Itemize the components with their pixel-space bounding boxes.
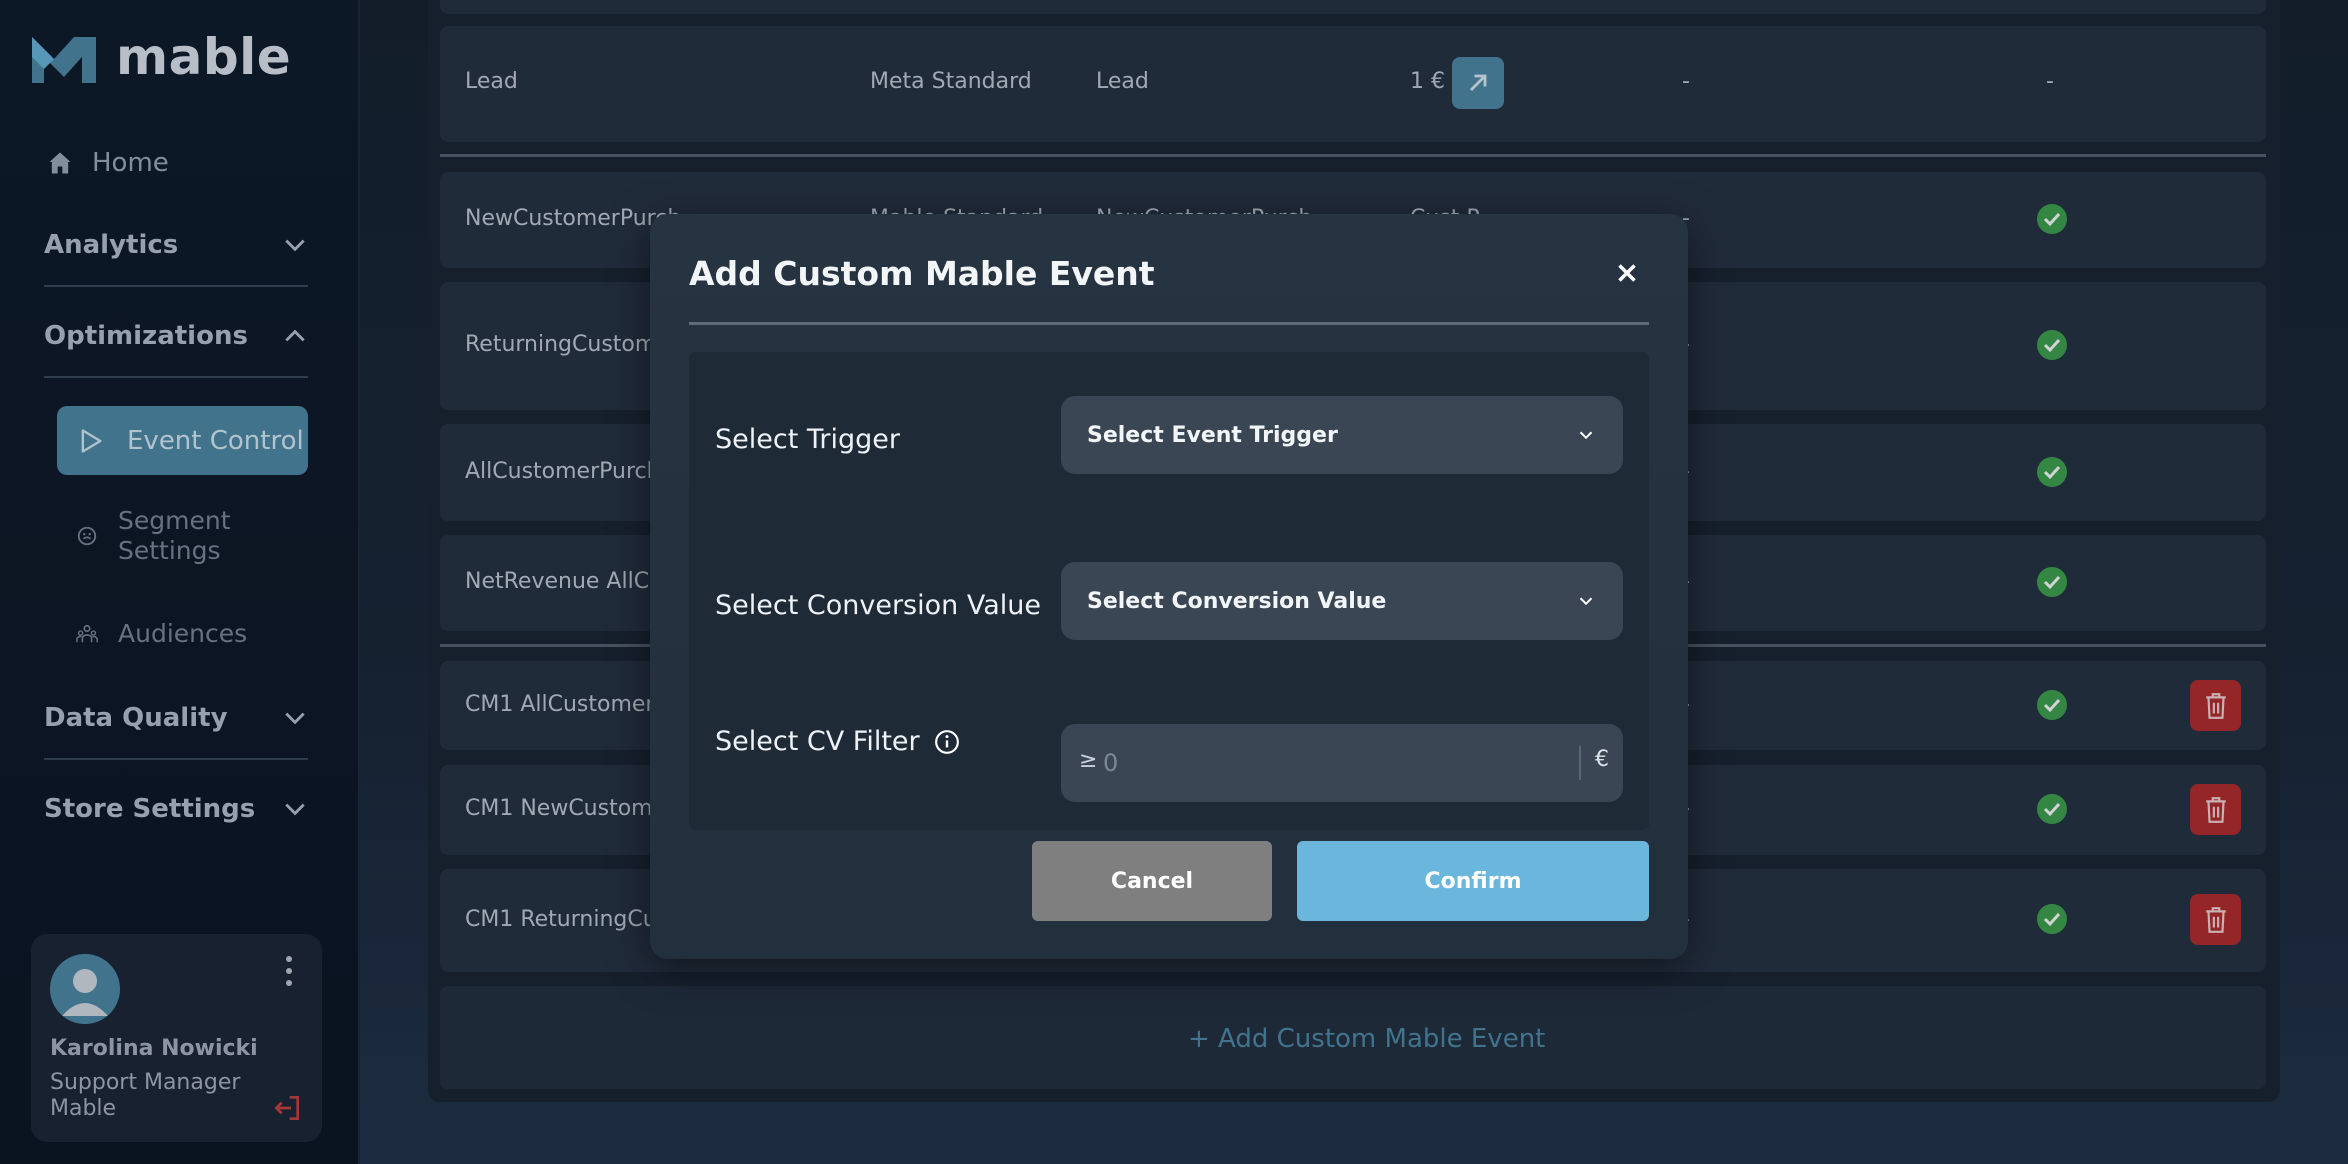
check-circle-icon — [2037, 567, 2067, 597]
user-icon — [62, 969, 108, 1016]
event-type: Lead — [1096, 69, 1149, 94]
cv-filter-input[interactable] — [1101, 738, 1571, 788]
chevron-down-icon — [285, 239, 305, 252]
event-name: AllCustomerPurch — [465, 459, 661, 484]
table-row — [440, 0, 2266, 14]
check-circle-icon — [2037, 457, 2067, 487]
check-circle-icon — [2037, 690, 2067, 720]
check-circle-icon — [2037, 204, 2067, 234]
chevron-up-icon — [285, 329, 305, 342]
sidebar-section-label: Optimizations — [44, 321, 248, 351]
delete-button[interactable] — [2190, 784, 2241, 835]
brand-logo[interactable]: mable — [30, 28, 291, 86]
cv-filter-input-group: ≥ € — [1061, 724, 1623, 802]
sidebar-item-home[interactable]: Home — [46, 148, 169, 178]
check-circle-icon — [2037, 794, 2067, 824]
delete-button[interactable] — [2190, 894, 2241, 945]
divider — [44, 376, 308, 378]
sidebar-section-label: Data Quality — [44, 703, 228, 733]
trash-icon — [2205, 906, 2226, 933]
conversion-label-text: Select Conversion Value — [715, 590, 1041, 621]
more-options-icon[interactable] — [276, 954, 302, 988]
trash-icon — [2205, 692, 2226, 719]
chevron-down-icon — [1579, 597, 1593, 606]
sidebar-section-label: Analytics — [44, 230, 179, 260]
smiley-icon — [77, 526, 97, 546]
check-circle-icon — [2037, 330, 2067, 360]
sidebar-section-analytics[interactable]: Analytics — [44, 230, 308, 260]
delete-button[interactable] — [2190, 680, 2241, 731]
brand-name: mable — [116, 28, 292, 86]
event-name: CM1 AllCustomerP — [465, 692, 668, 717]
check-circle-icon — [2037, 904, 2067, 934]
cv-operator: ≥ — [1079, 748, 1098, 773]
avatar[interactable] — [50, 954, 120, 1024]
cv-filter-label: Select CV Filter — [715, 726, 960, 757]
event-name: NetRevenue AllCus — [465, 569, 675, 594]
sidebar-section-store-settings[interactable]: Store Settings — [44, 794, 308, 824]
select-value: Select Event Trigger — [1087, 422, 1338, 448]
event-name: CM1 NewCustome — [465, 796, 667, 821]
conversion-value-select[interactable]: Select Conversion Value — [1061, 562, 1623, 640]
event-trigger-select[interactable]: Select Event Trigger — [1061, 396, 1623, 474]
user-name: Karolina Nowicki — [50, 1036, 258, 1061]
user-role: Support Manager Mable — [50, 1070, 240, 1122]
divider — [44, 758, 308, 760]
event-col5: - — [1682, 69, 1690, 94]
sidebar-item-label: Home — [92, 148, 169, 178]
modal-title: Add Custom Mable Event — [689, 254, 1155, 293]
confirm-button[interactable]: Confirm — [1297, 841, 1649, 921]
event-value: 1 € — [1410, 69, 1445, 94]
people-icon — [76, 624, 98, 642]
conversion-label: Select Conversion Value — [715, 590, 1041, 621]
open-link-button[interactable] — [1452, 57, 1504, 109]
event-name: CM1 ReturningCus — [465, 907, 669, 932]
modal-form: Select Trigger Select Event Trigger Sele… — [689, 352, 1649, 830]
mable-logo-icon — [32, 37, 96, 83]
chevron-down-icon — [1579, 431, 1593, 440]
chevron-down-icon — [285, 712, 305, 725]
event-name: ReturningCustome — [465, 332, 670, 357]
sidebar-item-event-control[interactable]: Event Control — [57, 406, 308, 475]
info-icon[interactable] — [934, 729, 960, 755]
trigger-label: Select Trigger — [715, 424, 900, 455]
add-custom-event-modal: Add Custom Mable Event Select Trigger Se… — [650, 214, 1688, 959]
divider — [689, 322, 1649, 325]
sidebar: mable Home Analytics Optimizations Event… — [0, 0, 360, 1164]
sidebar-section-data-quality[interactable]: Data Quality — [44, 703, 308, 733]
arrow-up-right-icon — [1470, 74, 1487, 91]
cv-filter-label-text: Select CV Filter — [715, 726, 920, 757]
sidebar-item-audiences[interactable]: Audiences — [76, 619, 247, 648]
sidebar-section-optimizations[interactable]: Optimizations — [44, 321, 308, 351]
user-role-title: Support Manager — [50, 1070, 241, 1095]
user-company: Mable — [50, 1096, 117, 1121]
event-col6: - — [2046, 69, 2054, 94]
home-icon — [49, 152, 71, 174]
divider — [1579, 746, 1581, 780]
user-card: Karolina Nowicki Support Manager Mable — [31, 934, 322, 1142]
event-source: Meta Standard — [870, 69, 1032, 94]
sidebar-item-label: Event Control — [127, 425, 304, 456]
table-row: Lead Meta Standard Lead 1 € - - — [440, 26, 2266, 142]
divider — [44, 285, 308, 287]
sidebar-item-label: Audiences — [118, 619, 248, 648]
trigger-label-text: Select Trigger — [715, 424, 900, 455]
trash-icon — [2205, 796, 2226, 823]
play-icon — [81, 428, 102, 453]
chevron-down-icon — [285, 803, 305, 816]
cancel-button[interactable]: Cancel — [1032, 841, 1272, 921]
sidebar-item-segment-settings[interactable]: Segment Settings — [76, 506, 248, 566]
event-name: NewCustomerPurch — [465, 206, 682, 231]
close-icon[interactable] — [1612, 258, 1642, 288]
cv-unit: € — [1595, 747, 1609, 772]
section-separator — [440, 154, 2266, 157]
sidebar-section-label: Store Settings — [44, 794, 256, 824]
add-custom-event-link[interactable]: + Add Custom Mable Event — [1188, 1024, 1545, 1054]
sidebar-item-label: Segment Settings — [118, 506, 231, 565]
event-name: Lead — [465, 69, 518, 94]
select-value: Select Conversion Value — [1087, 588, 1387, 614]
logout-icon[interactable] — [271, 1092, 303, 1124]
